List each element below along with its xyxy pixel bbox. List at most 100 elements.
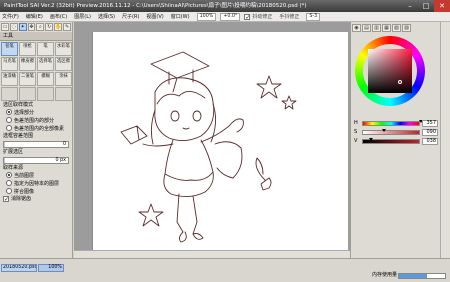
menu-edit[interactable]: 编辑(E) (26, 13, 43, 20)
tolerance-fill (4, 142, 6, 147)
move-icon[interactable]: ✥ (27, 23, 36, 31)
menu-canvas[interactable]: 画布(C) (50, 13, 67, 20)
menu-view[interactable]: 视图(V) (146, 13, 163, 20)
menu-window[interactable]: 窗口(W) (171, 13, 190, 20)
menu-file[interactable]: 文件(F) (2, 13, 19, 20)
source-option-1-label: 选择部分 (14, 110, 35, 116)
canvas-area[interactable] (74, 22, 350, 258)
color-panel: ◉ ▤ ▥ ▦ ▧ ▨ H 357 S 090 V 038 (350, 22, 440, 258)
expand-slider[interactable]: 0 px (3, 157, 69, 164)
zoom-field[interactable]: 100% (196, 12, 217, 21)
rgb-slider-icon[interactable]: ▤ (362, 24, 371, 32)
menu-ruler[interactable]: 尺子(R) (122, 13, 139, 20)
hue-value[interactable]: 357 (422, 120, 438, 127)
rotate-icon[interactable]: ↻ (45, 23, 54, 31)
brush-slot-10[interactable]: 二值笔 (19, 72, 36, 86)
sample-option-3[interactable]: 拼合图像 (0, 188, 72, 196)
stabilizer-checkbox[interactable] (244, 14, 251, 20)
color-picker-cursor[interactable] (398, 80, 402, 84)
stabilizer-label: 抖动修正 (252, 14, 273, 20)
star-bottom (138, 203, 164, 227)
menu-select[interactable]: 选择(S) (98, 13, 115, 20)
radio-unselected[interactable] (6, 180, 12, 186)
lasso-icon[interactable]: ◌ (9, 23, 18, 31)
brush-grid: 铅笔 喷枪 笔 水彩笔 马克笔 橡皮擦 选择笔 选区擦 油漆桶 二值笔 模糊 涂… (0, 41, 72, 102)
radio-selected[interactable] (6, 109, 12, 115)
radio-unselected[interactable] (6, 125, 12, 131)
tool-panel: ▭ ◌ ✦ ✥ ⌕ ↻ ✋ ✎ 工具 铅笔 喷枪 笔 水彩笔 马克笔 橡皮擦 选… (0, 22, 73, 258)
brush-slot-3[interactable]: 笔 (37, 42, 54, 56)
eyedropper-icon[interactable]: ✎ (63, 23, 72, 31)
source-option-3[interactable]: 色差范围内的全部像素 (0, 125, 72, 133)
sample-option-2-label: 指定为因特本的图层 (14, 181, 60, 187)
maximize-icon[interactable]: □ (418, 0, 434, 12)
palette-icon[interactable]: ▦ (382, 24, 391, 32)
antialias-checkbox[interactable] (3, 196, 9, 202)
brush-slot-13[interactable] (1, 87, 18, 101)
antialias-option[interactable]: 消除锯齿 (0, 196, 72, 203)
memory-usage-bar (398, 273, 446, 279)
brush-slot-8[interactable]: 选区擦 (55, 57, 72, 71)
saturation-slider[interactable] (362, 130, 420, 135)
brush-slot-4[interactable]: 水彩笔 (55, 42, 72, 56)
hue-label: H (354, 120, 358, 126)
radio-selected[interactable] (6, 172, 12, 178)
memory-usage-fill (399, 274, 427, 278)
value-value[interactable]: 038 (422, 138, 438, 145)
brush-slot-14[interactable] (19, 87, 36, 101)
minimize-icon[interactable]: – (402, 0, 418, 12)
radio-unselected[interactable] (6, 117, 12, 123)
radio-unselected[interactable] (6, 188, 12, 194)
brush-slot-12[interactable]: 涂抹 (55, 72, 72, 86)
document-zoom: 100% (38, 264, 64, 272)
tolerance-label: 选框容差范围 (3, 133, 34, 139)
source-option-1[interactable]: 选择部分 (0, 109, 72, 117)
value-knob[interactable] (369, 138, 373, 141)
document-tab[interactable]: 20180520.psd (1, 264, 37, 272)
color-wheel-icon[interactable]: ◉ (352, 24, 361, 32)
cap-tassel (172, 77, 178, 93)
stabilizer-level-select[interactable]: S-3 (306, 12, 321, 21)
tolerance-slider[interactable]: 0 (3, 141, 69, 148)
canvas-paper[interactable] (92, 32, 348, 258)
sample-option-2[interactable]: 指定为因特本的图层 (0, 180, 72, 188)
sample-option-3-label: 拼合图像 (14, 189, 35, 195)
sample-option-1-label: 当前图层 (14, 173, 35, 179)
robe-body (164, 139, 214, 181)
hand-icon[interactable]: ✋ (54, 23, 63, 31)
scratchpad-icon[interactable]: ▨ (402, 24, 411, 32)
brush-slot-2[interactable]: 喷枪 (19, 42, 36, 56)
saturation-knob[interactable] (382, 129, 386, 132)
expand-value: 0 px (55, 158, 66, 163)
brush-slot-5[interactable]: 马克笔 (1, 57, 18, 71)
rotation-field[interactable]: +0.0° (220, 12, 241, 21)
sample-source-label: 取样来源 (3, 165, 24, 171)
saturation-value[interactable]: 090 (422, 129, 438, 136)
brush-slot-6[interactable]: 橡皮擦 (19, 57, 36, 71)
hsv-slider-icon[interactable]: ▥ (372, 24, 381, 32)
graduation-cap (150, 51, 210, 79)
close-icon[interactable]: ✕ (434, 0, 450, 12)
brush-slot-9[interactable]: 油漆桶 (1, 72, 18, 86)
brush-slot-15[interactable] (37, 87, 54, 101)
hue-slider[interactable] (362, 121, 420, 126)
brush-slot-16[interactable] (55, 87, 72, 101)
hue-row: H 357 (354, 120, 438, 127)
swatches-icon[interactable]: ▧ (392, 24, 401, 32)
expand-fill (4, 158, 6, 163)
magic-wand-icon[interactable]: ✦ (18, 23, 27, 31)
vertical-scrollbar[interactable] (440, 22, 450, 258)
tools-header: 工具 (0, 32, 72, 41)
brush-slot-1[interactable]: 铅笔 (1, 42, 18, 56)
zoom-icon[interactable]: ⌕ (36, 23, 45, 31)
menu-layer[interactable]: 图层(L) (74, 13, 91, 20)
brush-slot-7[interactable]: 选择笔 (37, 57, 54, 71)
source-option-2[interactable]: 色差范围内的部分 (0, 117, 72, 125)
line-art-illustration (120, 51, 297, 243)
horizontal-scrollbar[interactable] (74, 250, 350, 258)
saturation-value-square[interactable] (368, 49, 412, 93)
stabilizer-toggle[interactable]: 抖动修正 (244, 13, 272, 20)
select-rect-icon[interactable]: ▭ (1, 23, 9, 31)
sample-option-1[interactable]: 当前图层 (0, 172, 72, 180)
brush-slot-11[interactable]: 模糊 (37, 72, 54, 86)
